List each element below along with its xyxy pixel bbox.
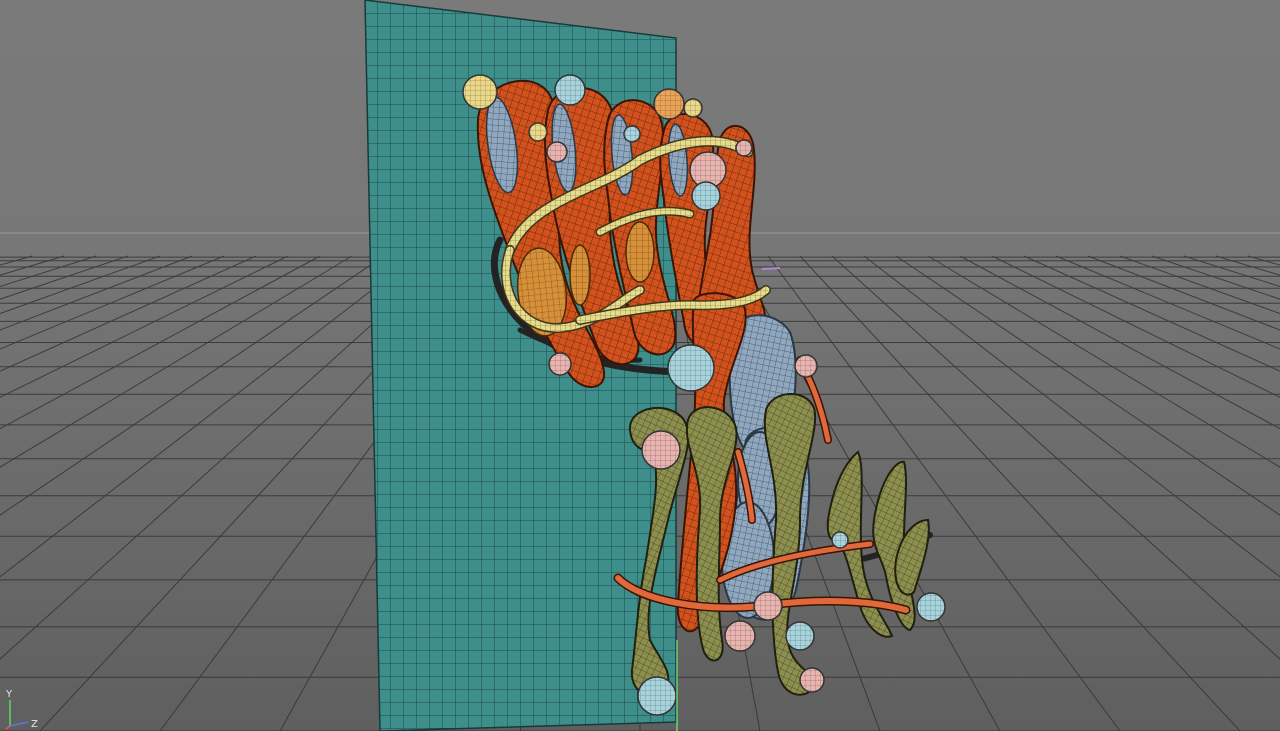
pink-sphere xyxy=(735,139,753,157)
pink-sphere xyxy=(724,620,756,652)
cyan-sphere xyxy=(554,74,586,106)
pivot-marker xyxy=(761,267,781,270)
yellow-sphere xyxy=(528,122,548,142)
x-axis-icon xyxy=(5,725,11,730)
y-axis-label: Y xyxy=(5,689,13,700)
cyan-sphere xyxy=(637,676,677,716)
cyan-sphere xyxy=(667,344,715,392)
cyan-sphere xyxy=(691,181,721,211)
axis-orientation-gizmo: Y Z xyxy=(5,689,38,730)
yellow-sphere xyxy=(683,98,703,118)
pink-sphere xyxy=(753,591,783,621)
orange-sphere xyxy=(653,88,685,120)
pink-sphere xyxy=(546,141,568,163)
cyan-sphere xyxy=(623,125,641,143)
z-axis-icon xyxy=(9,721,29,727)
3d-viewport[interactable] xyxy=(0,0,1280,731)
cyan-sphere xyxy=(831,531,849,549)
cyan-sphere xyxy=(785,621,815,651)
cyan-sphere xyxy=(916,592,946,622)
pink-sphere xyxy=(641,430,681,470)
pink-sphere xyxy=(794,354,818,378)
z-axis-label: Z xyxy=(31,719,38,730)
pink-sphere xyxy=(548,352,572,376)
yellow-sphere xyxy=(462,74,498,110)
pink-sphere xyxy=(799,667,825,693)
